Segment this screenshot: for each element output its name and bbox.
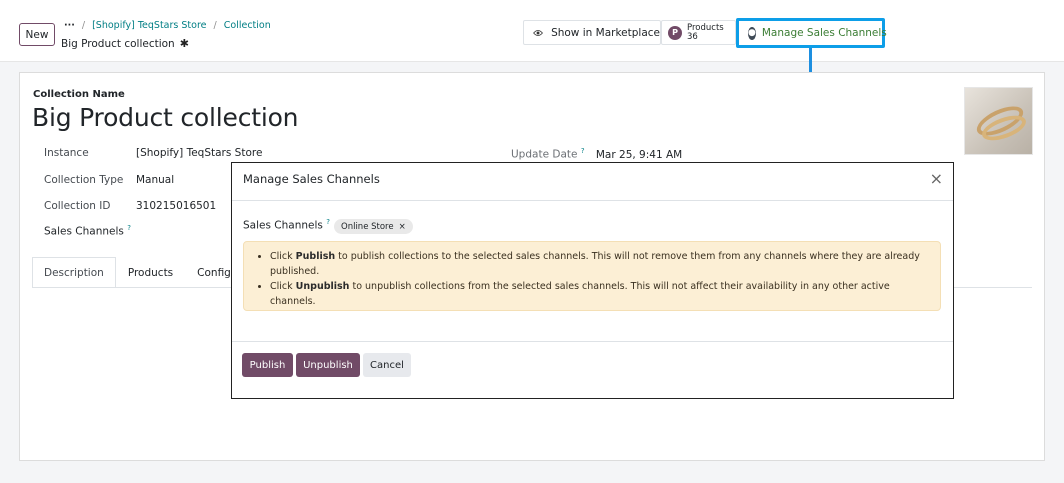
- breadcrumb-collection[interactable]: Collection: [224, 20, 271, 31]
- field-sales-channels: Sales Channels ?: [44, 224, 131, 238]
- help-icon[interactable]: ?: [127, 224, 131, 232]
- field-label: Instance: [44, 147, 89, 159]
- info-unpublish-line: Click Unpublish to unpublish collections…: [270, 279, 930, 309]
- field-collection-id: Collection ID 310215016501: [44, 200, 216, 212]
- close-icon[interactable]: ×: [930, 169, 943, 188]
- breadcrumb-more[interactable]: ···: [64, 20, 75, 31]
- products-count: 36: [687, 31, 698, 42]
- tab-products[interactable]: Products: [116, 257, 185, 288]
- info-alert: Click Publish to publish collections to …: [243, 241, 941, 311]
- breadcrumb-separator: /: [81, 20, 86, 31]
- dialog-footer-divider: [232, 341, 953, 342]
- show-in-marketplace-button[interactable]: Show in Marketplace: [523, 20, 661, 45]
- collection-name-label: Collection Name: [33, 89, 125, 100]
- field-label: Update Date: [511, 148, 578, 161]
- field-collection-type: Collection Type Manual: [44, 174, 174, 186]
- show-in-marketplace-label: Show in Marketplace: [551, 26, 660, 39]
- tag-remove-icon[interactable]: ×: [399, 222, 406, 232]
- field-value[interactable]: [Shopify] TeqStars Store: [136, 147, 262, 159]
- breadcrumb: ··· / [Shopify] TeqStars Store / Collect…: [64, 20, 271, 31]
- online-store-tag[interactable]: Online Store ×: [334, 219, 413, 234]
- breadcrumb-separator: /: [213, 20, 217, 31]
- help-icon[interactable]: ?: [581, 147, 585, 155]
- manage-sales-channels-label: Manage Sales Channels: [761, 27, 887, 39]
- sales-channels-field-label: Sales Channels ?: [243, 218, 330, 232]
- collection-image[interactable]: [964, 87, 1033, 155]
- control-panel: New ··· / [Shopify] TeqStars Store / Col…: [0, 0, 1064, 62]
- manage-sales-channels-button[interactable]: ● Manage Sales Channels: [736, 18, 887, 48]
- breadcrumb-store[interactable]: [Shopify] TeqStars Store: [92, 20, 206, 31]
- record-title: Big Product collection ✱: [61, 37, 189, 50]
- field-label: Collection Type: [44, 174, 124, 186]
- globe-icon: ●: [748, 26, 756, 40]
- gear-icon[interactable]: ✱: [180, 37, 189, 50]
- dialog-title: Manage Sales Channels: [243, 172, 380, 186]
- help-icon[interactable]: ?: [326, 218, 330, 226]
- field-label: Collection ID: [44, 200, 111, 212]
- sales-channels-label-text: Sales Channels: [243, 219, 323, 232]
- tab-description[interactable]: Description: [32, 257, 116, 288]
- manage-sales-channels-dialog: Manage Sales Channels × Sales Channels ?…: [231, 162, 954, 399]
- products-icon: P: [668, 25, 682, 40]
- notebook-tabs: Description Products Configur: [32, 257, 254, 288]
- cancel-button[interactable]: Cancel: [363, 353, 411, 377]
- dialog-header-divider: [232, 200, 953, 201]
- field-update-date: Update Date ? Mar 25, 9:41 AM: [511, 147, 682, 161]
- eye-icon: [533, 29, 543, 36]
- info-publish-line: Click Publish to publish collections to …: [270, 249, 930, 279]
- record-title-text: Big Product collection: [61, 37, 175, 50]
- unpublish-button[interactable]: Unpublish: [296, 353, 360, 377]
- products-smart-button[interactable]: P Products 36: [661, 20, 736, 45]
- products-stat: Products 36: [687, 23, 724, 42]
- field-instance: Instance [Shopify] TeqStars Store: [44, 147, 262, 159]
- new-button[interactable]: New: [19, 23, 55, 46]
- field-value[interactable]: 310215016501: [136, 200, 216, 212]
- publish-button[interactable]: Publish: [242, 353, 293, 377]
- collection-name[interactable]: Big Product collection: [32, 103, 299, 132]
- field-value[interactable]: Manual: [136, 174, 174, 186]
- field-value: Mar 25, 9:41 AM: [595, 148, 683, 161]
- field-label: Sales Channels: [44, 225, 124, 238]
- tag-label: Online Store: [341, 221, 394, 232]
